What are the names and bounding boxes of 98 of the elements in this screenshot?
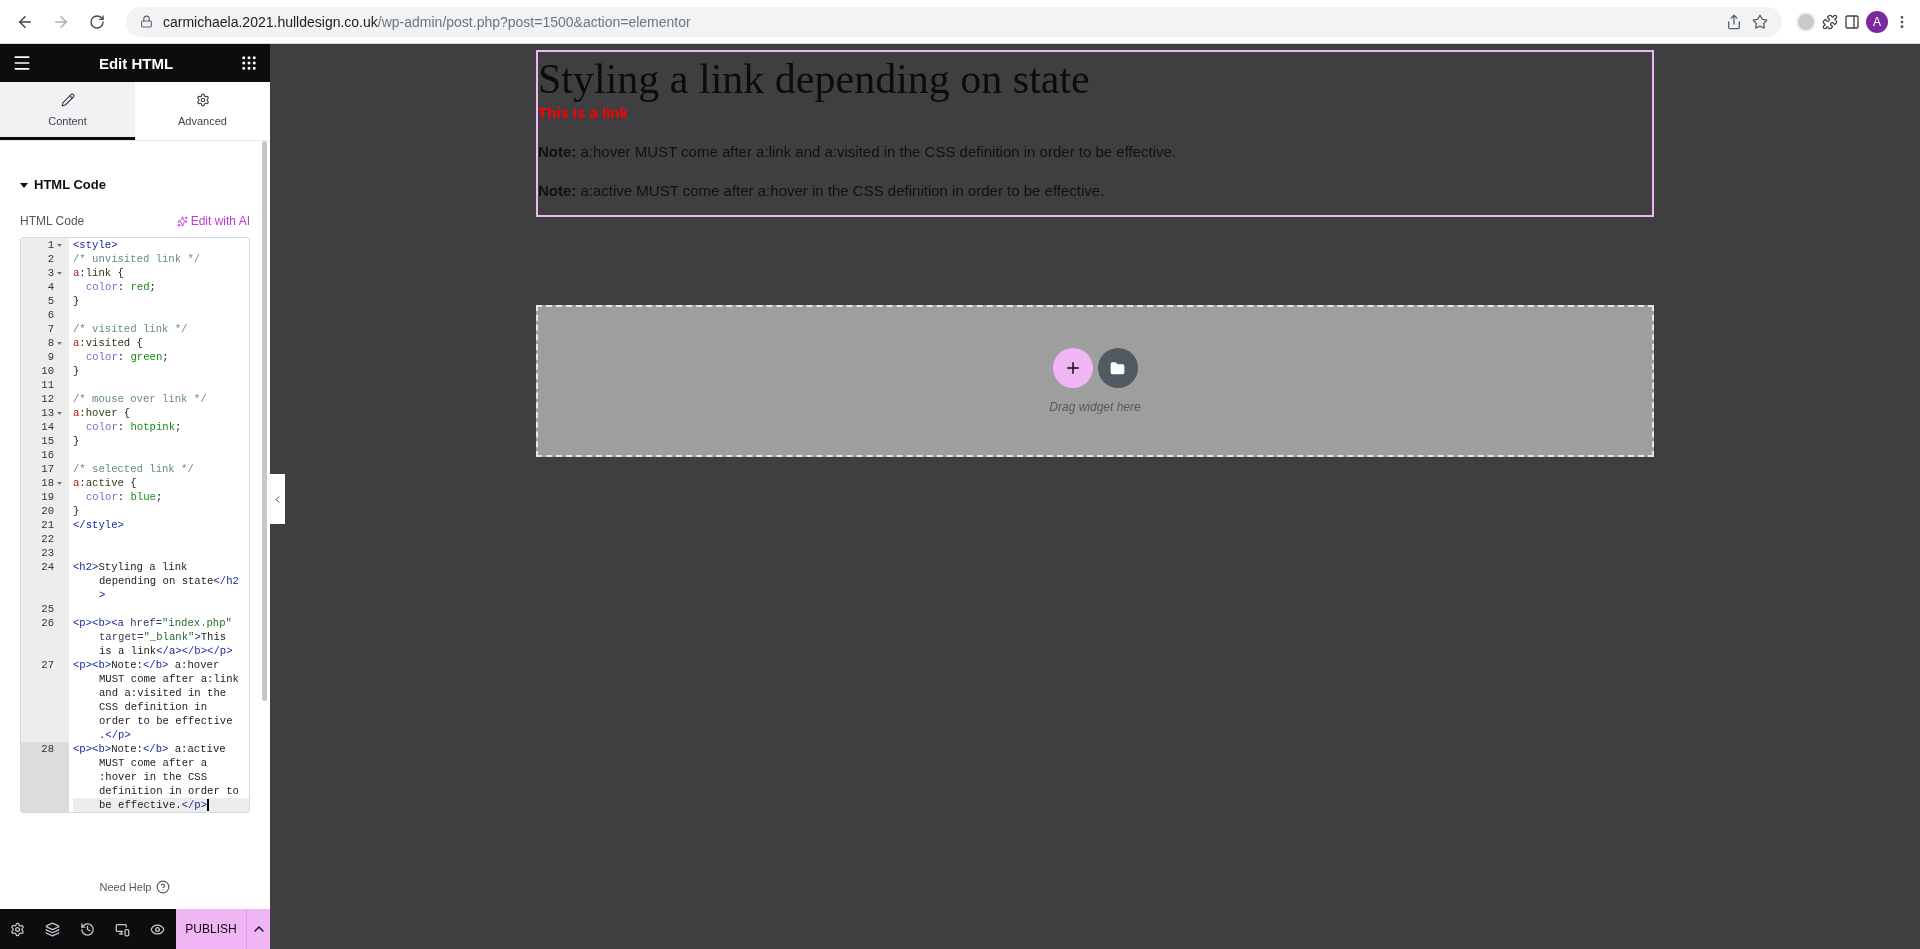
lock-icon (140, 15, 153, 28)
line-number: 25 (41, 602, 54, 616)
line-number: 12 (41, 392, 54, 406)
code-line: } (73, 435, 80, 447)
caret-icon (20, 180, 28, 189)
code-line: > (99, 589, 106, 601)
help-link[interactable]: Need Help (93, 879, 177, 895)
menu-icon[interactable] (12, 53, 32, 73)
code-line: a:hover { (73, 407, 131, 419)
code-line: target="_blank">This (99, 631, 227, 643)
line-number: 11 (41, 378, 54, 392)
share-icon[interactable] (1726, 13, 1742, 30)
code-line: color: green; (86, 351, 169, 363)
code-line: <p><b>Note:</b> a:hover (73, 659, 220, 671)
gear-icon (195, 92, 210, 107)
code-line: order to be effective (99, 715, 233, 727)
publish-options-button[interactable] (246, 909, 270, 949)
code-line: } (73, 505, 80, 517)
code-line: /* mouse over link */ (73, 393, 207, 405)
star-icon[interactable] (1752, 13, 1768, 30)
code-line: is a link</a></b></p> (99, 645, 233, 657)
help-icon (156, 880, 171, 894)
layers-icon (45, 921, 60, 937)
code-line: /* visited link */ (73, 323, 188, 335)
line-number: 17 (41, 462, 54, 476)
code-line: a:link { (73, 267, 124, 279)
code-line: :hover in the CSS (99, 771, 208, 783)
code-line: color: blue; (86, 491, 163, 503)
devices-icon (115, 921, 130, 937)
code-line: /* unvisited link */ (73, 253, 201, 265)
line-number: 18 (41, 476, 54, 490)
code-line: color: red; (86, 281, 156, 293)
panel-tab[interactable]: Content (0, 82, 135, 140)
code-line: .</p> (99, 729, 131, 741)
line-number: 22 (41, 532, 54, 546)
drop-hint: Drag widget here (1049, 400, 1141, 414)
line-number: 9 (47, 350, 54, 364)
code-line: definition in order to (99, 785, 239, 797)
code-line: and a:visited in the (99, 687, 227, 699)
line-number: 19 (41, 490, 54, 504)
code-editor[interactable] (20, 237, 250, 813)
line-number: 21 (41, 518, 54, 532)
gear-icon (10, 921, 25, 937)
line-number: 13 (41, 406, 54, 420)
line-number: 15 (41, 434, 54, 448)
line-number: 10 (41, 364, 54, 378)
publish-button[interactable]: PUBLISH (176, 909, 246, 949)
code-line: <p><b>Note:</b> a:active (73, 743, 226, 755)
line-number: 1 (47, 238, 54, 252)
template-library-button[interactable] (1097, 348, 1138, 388)
folder-icon (1110, 360, 1125, 376)
line-number: 20 (41, 504, 54, 518)
line-number: 24 (41, 560, 54, 574)
line-number: 8 (47, 336, 54, 350)
code-line: } (73, 365, 80, 377)
section-header[interactable]: HTML Code (20, 177, 250, 192)
add-section-button[interactable] (1052, 348, 1093, 388)
line-number: 4 (47, 280, 54, 294)
pencil-icon (60, 92, 75, 107)
history-icon (80, 921, 95, 937)
eye-icon (150, 921, 165, 937)
line-number: 7 (47, 322, 54, 336)
code-line: <p><b><a href="index.php" (73, 617, 232, 629)
code-line: be effective.</p> (99, 799, 208, 811)
code-line: </style> (73, 519, 124, 531)
line-number: 2 (47, 252, 54, 266)
edit-with-ai-button[interactable]: Edit with AI (176, 214, 250, 228)
line-number: 23 (41, 546, 54, 560)
line-number: 14 (41, 420, 54, 434)
field-label: HTML Code (20, 214, 85, 228)
line-number: 16 (41, 448, 54, 462)
line-number: 3 (47, 266, 54, 280)
profile-avatar[interactable]: A (1866, 10, 1888, 33)
line-number: 5 (47, 294, 54, 308)
line-number: 28 (41, 742, 54, 756)
reload-icon (89, 13, 105, 30)
code-line: /* selected link */ (73, 463, 194, 475)
code-line: CSS definition in (99, 701, 208, 713)
code-line: color: hotpink; (86, 421, 182, 433)
sparkles-icon (176, 215, 188, 227)
code-line: } (73, 295, 80, 307)
code-line: <style> (73, 239, 118, 251)
code-line: <h2>Styling a link (73, 561, 188, 573)
text-cursor (207, 799, 210, 812)
line-number: 6 (47, 308, 54, 322)
code-line: MUST come after a (99, 757, 208, 769)
html-widget[interactable] (536, 50, 1654, 217)
code-line: a:visited { (73, 337, 143, 349)
line-number: 27 (41, 658, 54, 672)
panel-title: Edit HTML (98, 54, 174, 72)
address-bar[interactable]: carmichaela.2021.hulldesign.co.uk/wp-admin/post.php?post=1500&action=elementor (126, 6, 1782, 37)
code-line: depending on state</h2 (99, 575, 239, 587)
line-number: 26 (41, 616, 54, 630)
puzzle-icon[interactable] (1822, 13, 1838, 30)
code-line: MUST come after a:link (99, 673, 239, 685)
side-panel-icon[interactable] (1844, 13, 1860, 30)
apps-grid-icon[interactable] (240, 54, 258, 72)
code-line: a:active { (73, 477, 137, 489)
